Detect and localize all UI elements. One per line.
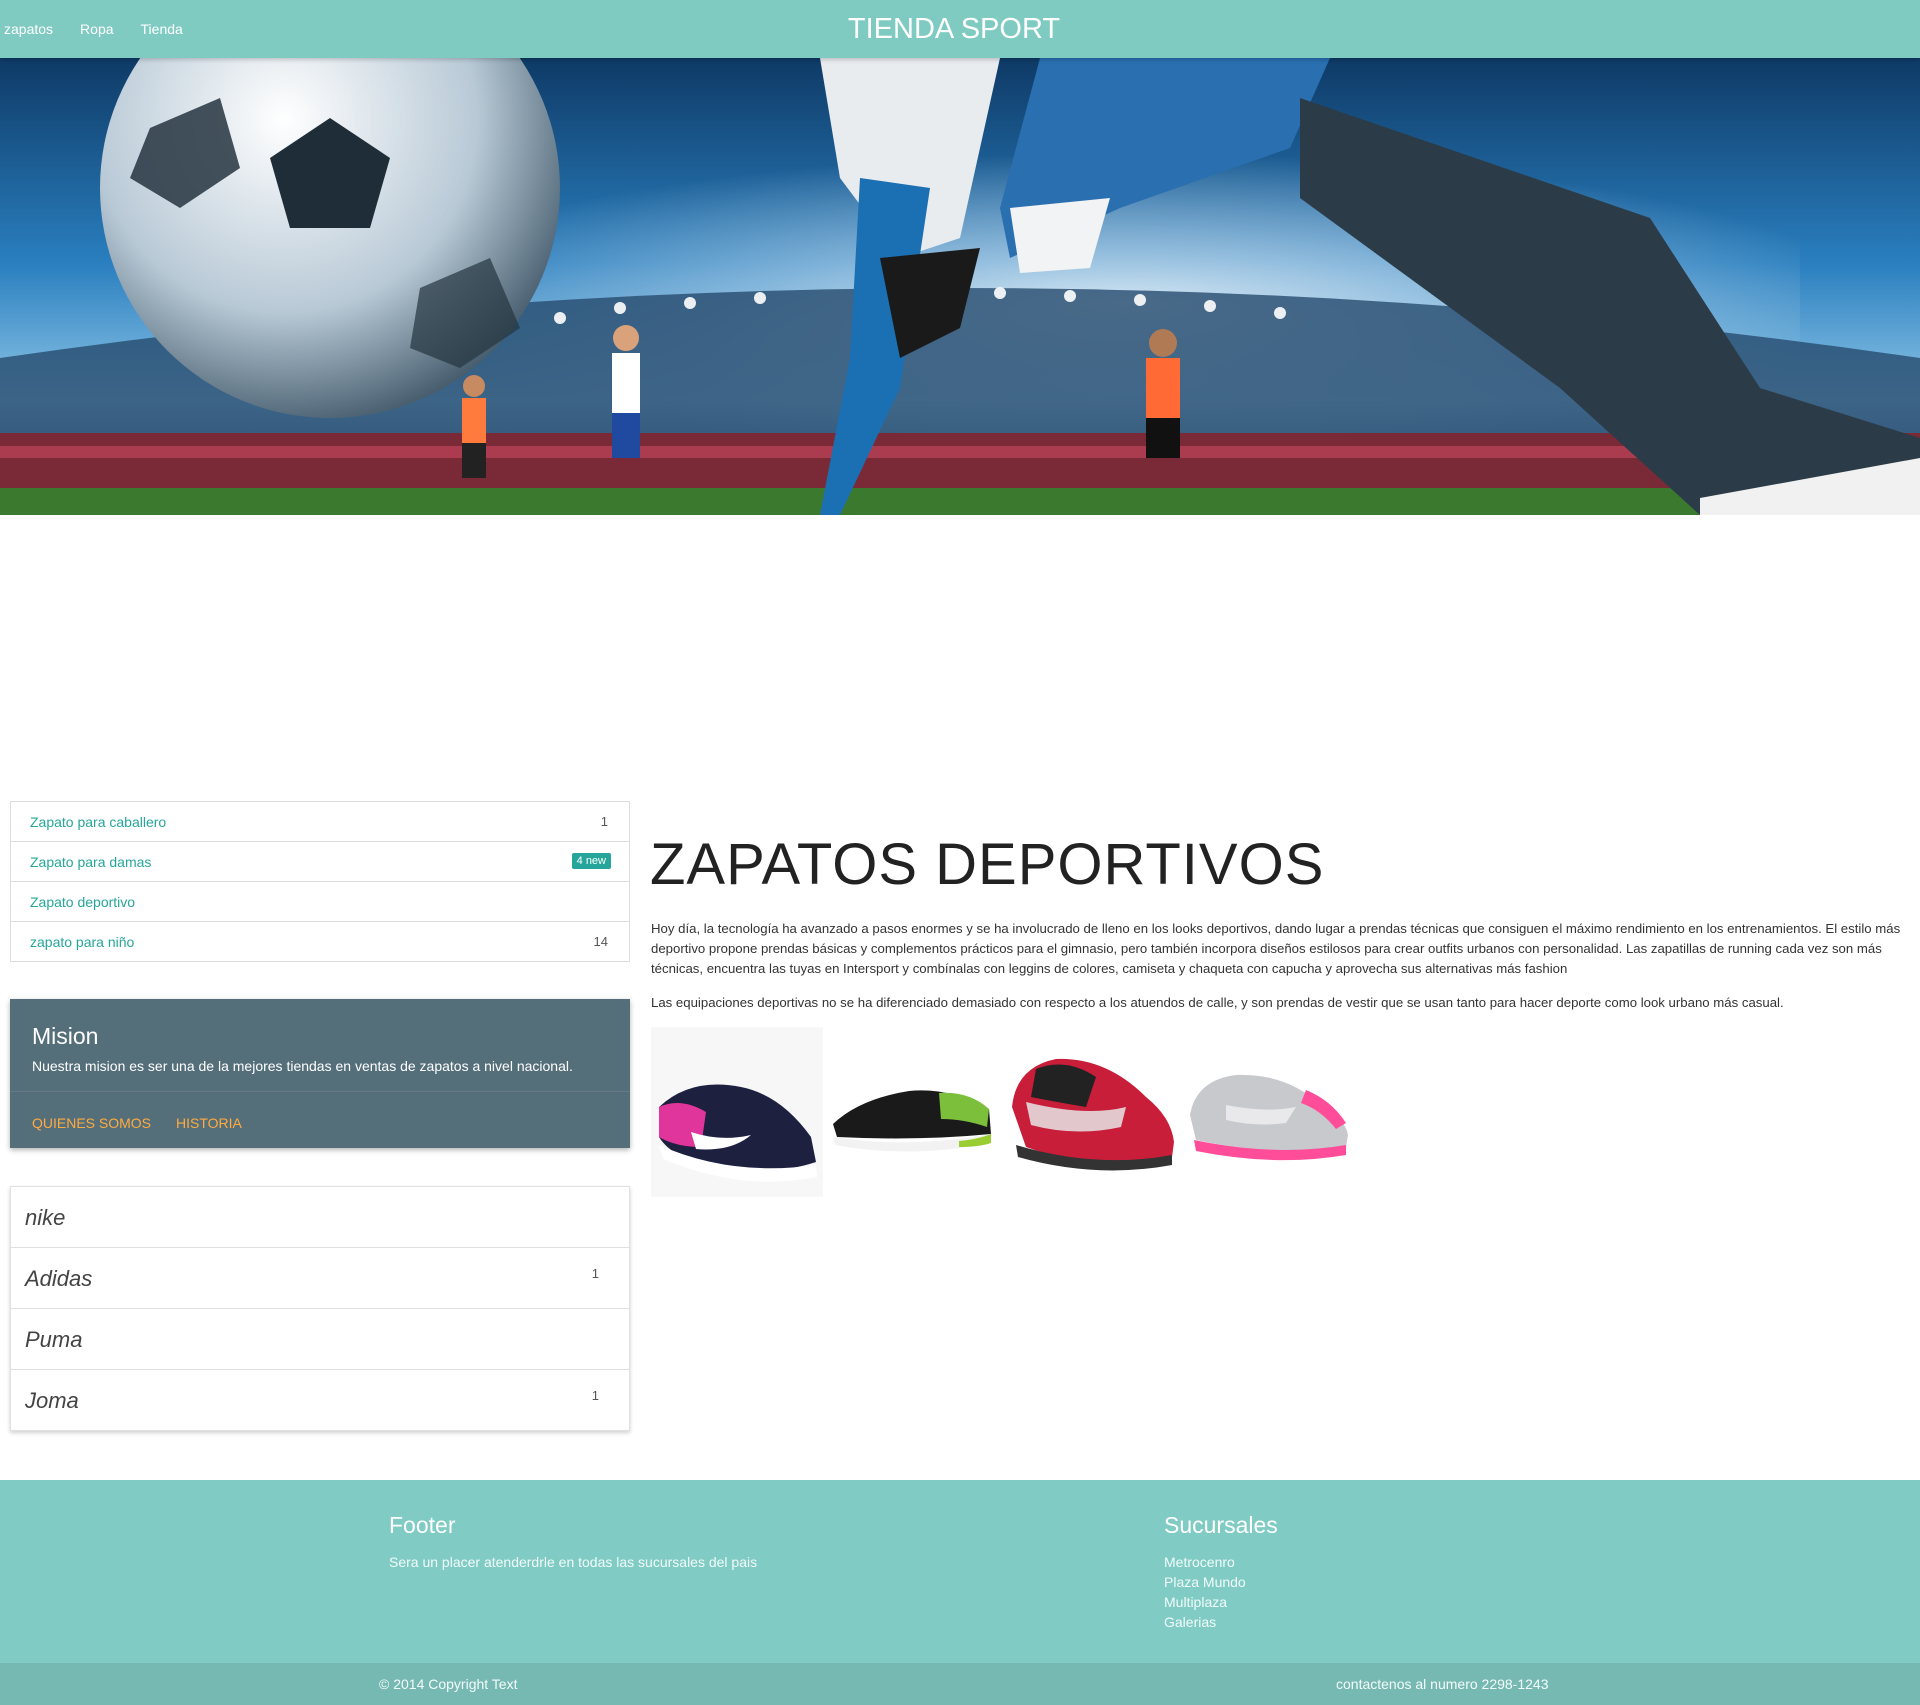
brand-count: 1 xyxy=(591,1388,599,1403)
mision-card: Mision Nuestra mision es ser una de la m… xyxy=(10,999,630,1148)
category-list: Zapato para caballero 1 Zapato para dama… xyxy=(10,801,630,962)
brand-list: nike Adidas 1 Puma Joma 1 xyxy=(10,1186,630,1431)
new-badge: 4 new xyxy=(571,853,611,869)
category-label[interactable]: Zapato para caballero xyxy=(30,814,166,830)
silver-pink-kids-shoe-image[interactable] xyxy=(1186,1065,1350,1165)
soccer-stadium-hero-image xyxy=(0,58,1920,515)
footer: Footer Sera un placer atenderdrle en tod… xyxy=(0,1480,1920,1663)
category-label[interactable]: zapato para niño xyxy=(30,934,134,950)
quienes-somos-link[interactable]: QUIENES SOMOS xyxy=(32,1115,151,1131)
brand-logo[interactable]: TIENDA SPORT xyxy=(0,0,1908,58)
list-item[interactable]: nike xyxy=(11,1187,629,1248)
branches-title: Sucursales xyxy=(1164,1512,1278,1538)
pink-navy-running-shoe-image[interactable] xyxy=(651,1027,823,1197)
hero-banner xyxy=(0,58,1920,515)
branch-link[interactable]: Plaza Mundo xyxy=(1164,1574,1246,1590)
red-black-kids-shoe-image[interactable] xyxy=(1006,1047,1178,1177)
list-item[interactable]: Puma xyxy=(11,1309,629,1370)
top-navbar: zapatos Ropa Tienda TIENDA SPORT xyxy=(0,0,1920,58)
footer-title: Footer xyxy=(389,1512,456,1538)
second-paragraph: Las equipaciones deportivas no se ha dif… xyxy=(651,995,1784,1010)
brand-label[interactable]: nike xyxy=(25,1205,65,1231)
list-item[interactable]: Joma 1 xyxy=(11,1370,629,1430)
list-item[interactable]: Zapato deportivo xyxy=(11,882,629,922)
mision-text: Nuestra mision es ser una de la mejores … xyxy=(32,1058,573,1074)
list-item[interactable]: Adidas 1 xyxy=(11,1248,629,1309)
contact-text: contactenos al numero 2298-1243 xyxy=(1336,1676,1549,1692)
page-title: ZAPATOS DEPORTIVOS xyxy=(650,832,1325,897)
list-item[interactable]: zapato para niño 14 xyxy=(11,922,629,961)
brand-label[interactable]: Puma xyxy=(25,1327,82,1353)
copyright-text: © 2014 Copyright Text xyxy=(379,1676,518,1692)
black-green-running-shoe-image[interactable] xyxy=(829,1079,995,1159)
footer-text: Sera un placer atenderdrle en todas las … xyxy=(389,1554,758,1570)
brand-count: 1 xyxy=(591,1266,599,1281)
category-label[interactable]: Zapato deportivo xyxy=(30,894,135,910)
category-count: 14 xyxy=(593,934,608,949)
branch-link[interactable]: Multiplaza xyxy=(1164,1594,1227,1610)
card-actions: QUIENES SOMOS HISTORIA xyxy=(32,1115,267,1131)
category-label[interactable]: Zapato para damas xyxy=(30,854,151,870)
brand-label[interactable]: Joma xyxy=(25,1388,79,1414)
mision-title: Mision xyxy=(32,1023,99,1049)
category-count: 1 xyxy=(600,814,608,829)
intro-paragraph: Hoy día, la tecnología ha avanzado a pas… xyxy=(651,921,1901,976)
brand-label[interactable]: Adidas xyxy=(25,1266,92,1292)
branch-link[interactable]: Metrocenro xyxy=(1164,1554,1235,1570)
copyright-bar: © 2014 Copyright Text contactenos al num… xyxy=(0,1663,1920,1705)
branch-link[interactable]: Galerias xyxy=(1164,1614,1216,1630)
list-item[interactable]: Zapato para damas 4 new xyxy=(11,842,629,882)
historia-link[interactable]: HISTORIA xyxy=(176,1115,242,1131)
list-item[interactable]: Zapato para caballero 1 xyxy=(11,802,629,842)
card-divider xyxy=(10,1091,630,1092)
